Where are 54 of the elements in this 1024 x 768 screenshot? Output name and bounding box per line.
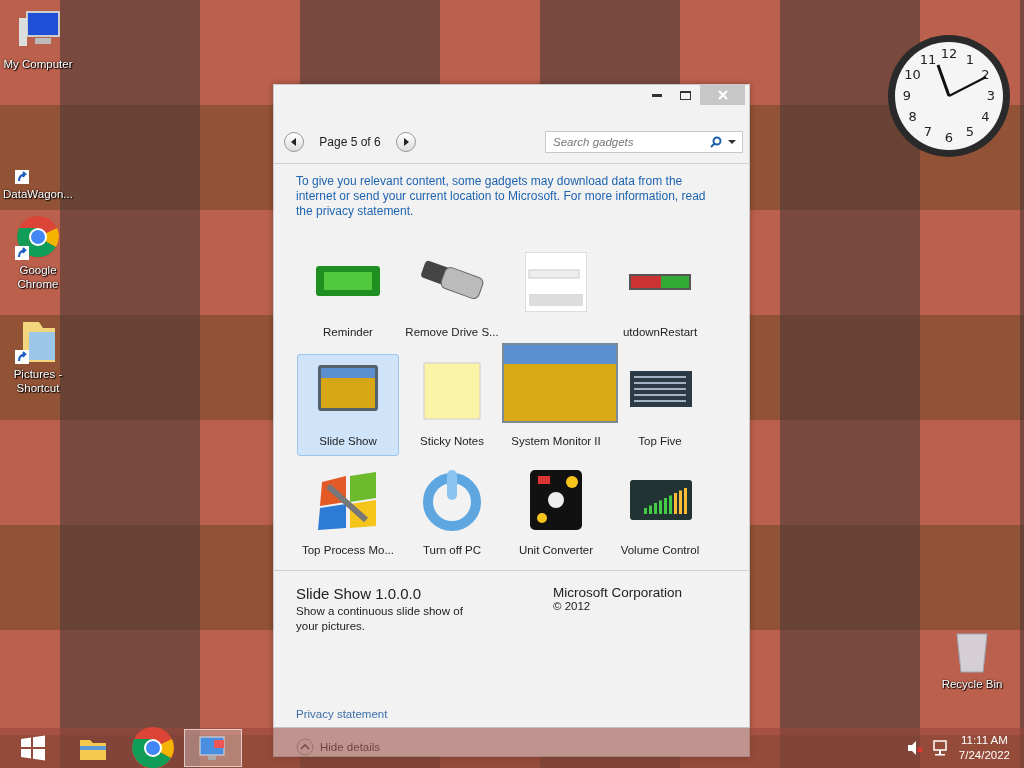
gadget-tile[interactable]: Reminder	[297, 244, 399, 347]
clock-numeral: 5	[965, 124, 975, 140]
desktop-icon-label[interactable]: Recycle Bin	[941, 677, 1003, 691]
search-input[interactable]: Search gadgets	[551, 134, 706, 149]
gadget-description: Show a continuous slide show of your pictures.	[296, 604, 464, 635]
previous-page-button[interactable]	[284, 131, 304, 152]
windows-logo-icon	[19, 734, 47, 762]
clock-numeral: 12	[940, 46, 958, 61]
monitor-icon	[198, 734, 228, 762]
page-indicator: Page 5 of 6	[318, 134, 382, 149]
gadget-tile[interactable]: Slide Show	[297, 353, 399, 456]
clock-numeral: 10	[904, 67, 921, 82]
taskbar-clock[interactable]: 11:11 AM 7/24/2022	[958, 733, 1010, 763]
gadget-title: Slide Show 1.0.0.0	[296, 585, 423, 603]
hour-hand	[936, 64, 951, 97]
clock-numeral: 8	[908, 109, 917, 124]
left-arrow-icon	[290, 137, 298, 146]
clock-numeral: 1	[965, 51, 975, 67]
gadget-tile[interactable]: Volume Control	[609, 463, 711, 565]
publisher-name: Microsoft Corporation	[553, 585, 684, 601]
gadget-tile[interactable]: Unit Converter	[505, 463, 607, 565]
chrome-icon	[130, 725, 176, 768]
maximize-icon	[679, 90, 691, 100]
clock-numeral: 11	[919, 51, 937, 67]
gadget-tile[interactable]: Sticky Notes	[401, 353, 503, 456]
copyright-text: © 2012	[553, 600, 592, 613]
power-switch-icon	[629, 273, 691, 290]
clock-numeral: 4	[981, 109, 990, 124]
clock-time: 11:11 AM	[960, 733, 1008, 748]
desktop-icon-label[interactable]: DataWagon...	[3, 187, 73, 201]
desktop-icon-label[interactable]: Pictures - Shortcut	[0, 367, 76, 395]
clock-numeral: 3	[986, 88, 996, 103]
network-icon[interactable]	[932, 740, 949, 756]
gadget-tile[interactable]: Remove Drive S...	[401, 244, 503, 347]
clock-date: 7/24/2022	[958, 748, 1010, 763]
minimize-icon	[652, 93, 662, 97]
clock-numeral: 6	[944, 130, 954, 145]
close-icon	[717, 90, 728, 100]
gadget-tile[interactable]: Turn off PC	[401, 463, 503, 565]
right-arrow-icon	[402, 137, 410, 146]
chrome-icon	[15, 214, 61, 260]
speaker-muted-icon[interactable]	[906, 740, 923, 756]
privacy-link[interactable]: Privacy statement	[296, 708, 388, 720]
search-widget-icon	[525, 251, 587, 312]
privacy-notice: To give you relevant content, some gadgets may download data from the internet or send your current location to Microsoft. For more information, read the privacy statement.	[296, 173, 707, 219]
clock-numeral: 9	[902, 88, 912, 103]
clock-numeral: 7	[923, 124, 933, 140]
search-icon	[710, 135, 722, 148]
gadget-tile[interactable]: utdownRestart	[609, 244, 711, 347]
desktop-icon-label[interactable]: Google Chrome	[0, 263, 76, 291]
gadget-tile[interactable]: Top Process Mo...	[297, 463, 399, 565]
next-page-button[interactable]	[396, 131, 416, 152]
desktop-icon-label[interactable]: My Computer	[3, 57, 73, 71]
search-field[interactable]: Search gadgets	[545, 130, 743, 153]
